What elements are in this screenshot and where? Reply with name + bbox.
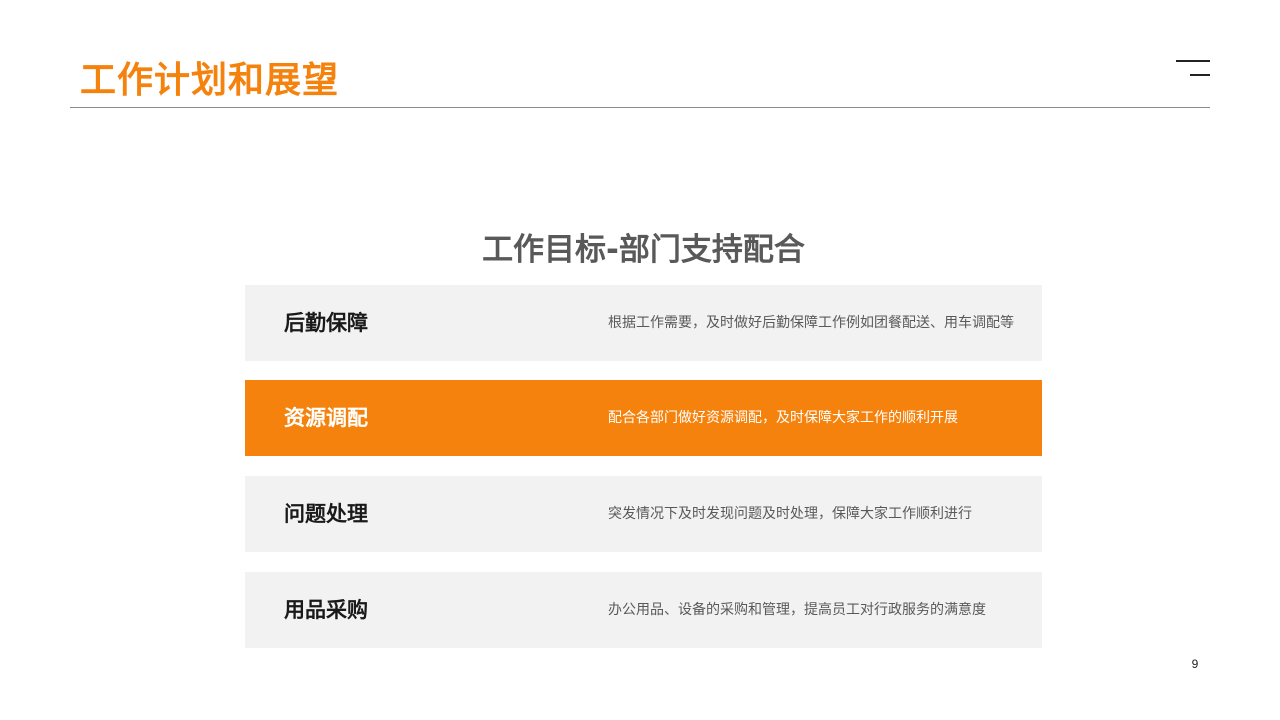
list-item-label: 用品采购 bbox=[284, 598, 368, 622]
list-item-label: 问题处理 bbox=[284, 502, 368, 526]
list-item-issue-handling: 问题处理 突发情况下及时发现问题及时处理，保障大家工作顺利进行 bbox=[245, 476, 1042, 552]
list-item-description: 突发情况下及时发现问题及时处理，保障大家工作顺利进行 bbox=[608, 506, 972, 522]
list-item-logistics: 后勤保障 根据工作需要，及时做好后勤保障工作例如团餐配送、用车调配等 bbox=[245, 285, 1042, 361]
section-heading: 工作目标-部门支持配合 bbox=[482, 232, 805, 268]
list-item-procurement: 用品采购 办公用品、设备的采购和管理，提高员工对行政服务的满意度 bbox=[245, 572, 1042, 648]
list-item-description: 根据工作需要，及时做好后勤保障工作例如团餐配送、用车调配等 bbox=[608, 315, 1014, 331]
menu-icon-line-top bbox=[1176, 60, 1210, 62]
list-item-resource-allocation: 资源调配 配合各部门做好资源调配，及时保障大家工作的顺利开展 bbox=[245, 380, 1042, 456]
slide-title: 工作计划和展望 bbox=[80, 60, 340, 101]
menu-icon bbox=[1176, 60, 1210, 76]
title-divider bbox=[70, 107, 1210, 108]
page-number: 9 bbox=[1191, 657, 1199, 671]
list-item-description: 办公用品、设备的采购和管理，提高员工对行政服务的满意度 bbox=[608, 602, 986, 618]
list-item-label: 后勤保障 bbox=[284, 311, 368, 335]
list-item-label: 资源调配 bbox=[284, 406, 368, 430]
list-item-description: 配合各部门做好资源调配，及时保障大家工作的顺利开展 bbox=[608, 410, 958, 426]
menu-icon-line-bottom bbox=[1190, 74, 1210, 76]
